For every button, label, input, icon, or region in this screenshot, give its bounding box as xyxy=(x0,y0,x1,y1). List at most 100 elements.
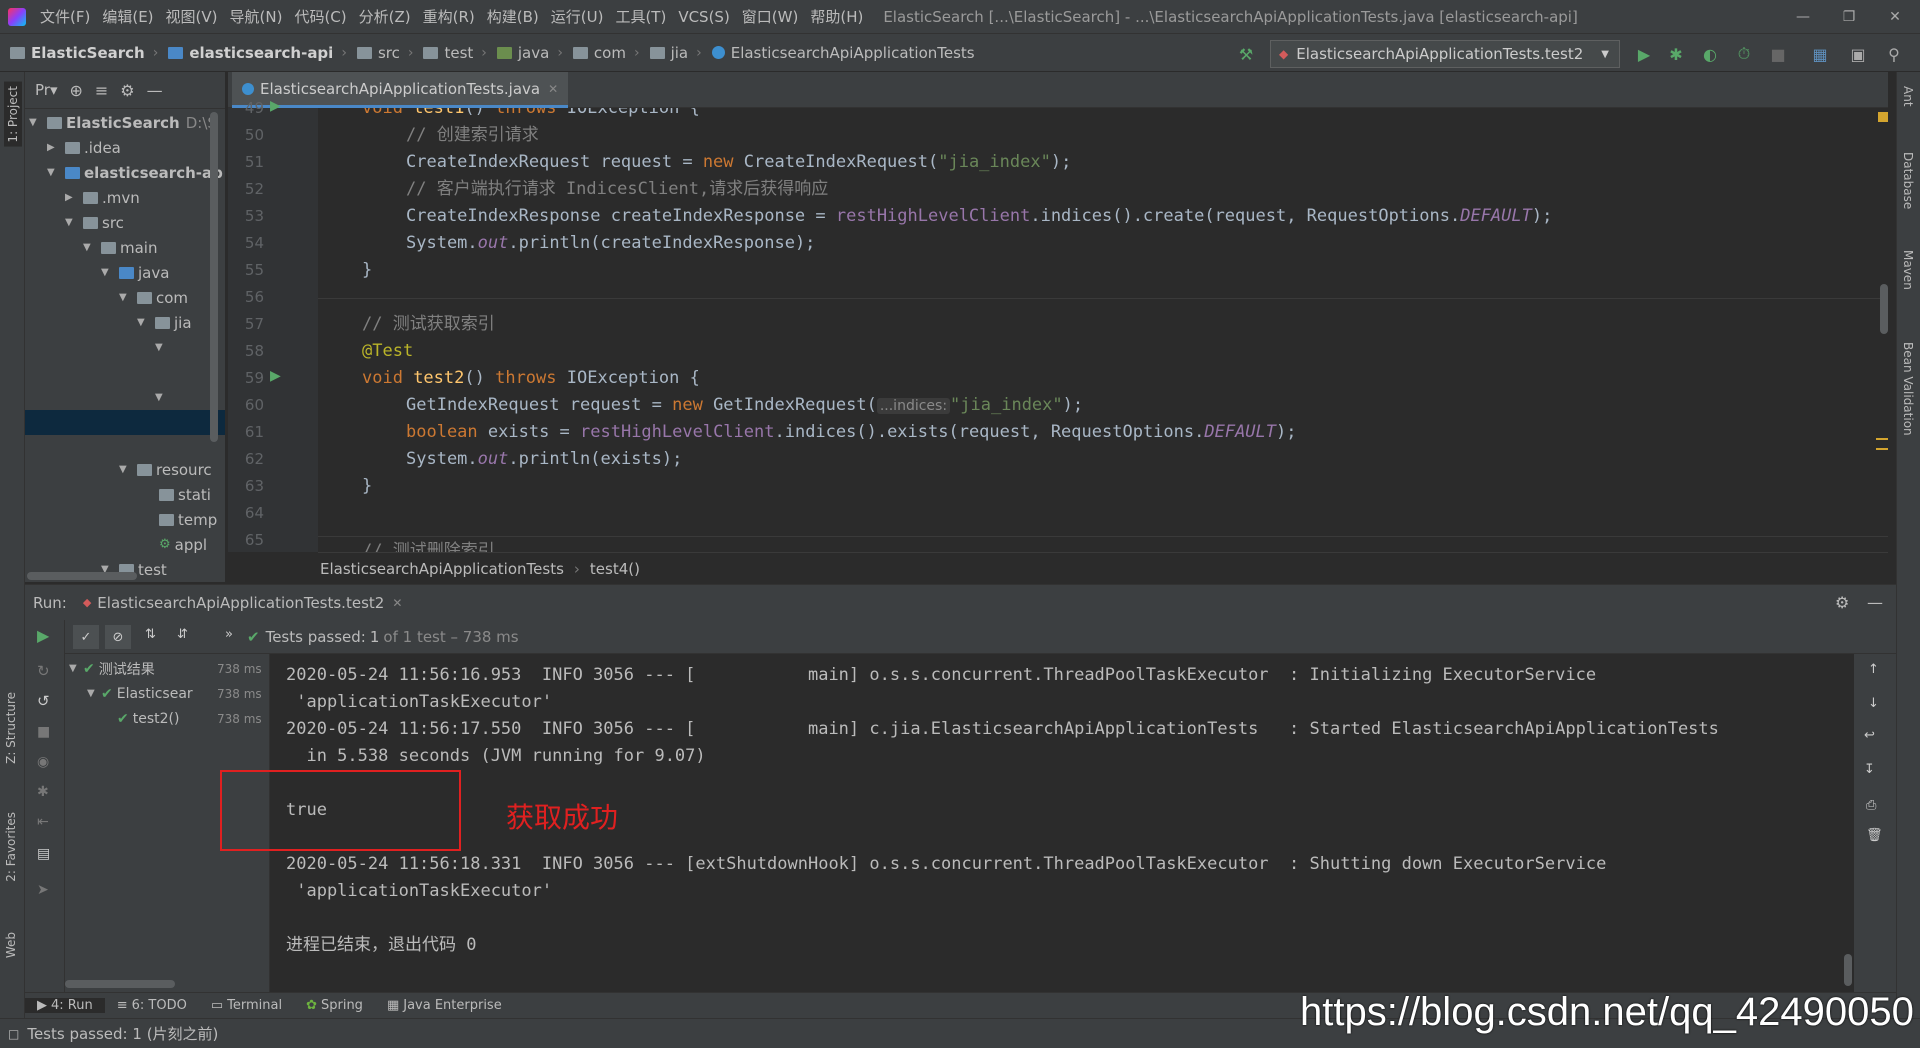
project-structure-icon[interactable]: ▦ xyxy=(1810,44,1830,64)
tab-todo[interactable]: ≡ 6: TODO xyxy=(105,998,199,1013)
status-toggle-icon[interactable]: □ xyxy=(8,1027,19,1041)
run-icon[interactable]: ▶ xyxy=(1634,44,1654,64)
close-tab-icon[interactable]: ✕ xyxy=(392,596,402,610)
menu-refactor[interactable]: 重构(R) xyxy=(417,6,481,27)
hide-icon[interactable]: — xyxy=(147,81,163,100)
crumb-src[interactable]: src › xyxy=(347,44,413,62)
test-root[interactable]: ▼ ✔ 测试结果 738 ms xyxy=(69,656,262,681)
maximize-button[interactable]: ❐ xyxy=(1826,0,1872,34)
run-tab[interactable]: ElasticsearchApiApplicationTests.test2 xyxy=(97,594,384,612)
camera-icon[interactable]: ◉ xyxy=(37,754,49,770)
project-tool-tab[interactable]: 1: Project xyxy=(4,82,22,147)
project-h-scrollbar[interactable] xyxy=(27,572,137,580)
print-icon[interactable]: ⎙ xyxy=(1866,798,1876,813)
menu-run[interactable]: 运行(U) xyxy=(545,6,610,27)
breadcrumb-class[interactable]: ElasticsearchApiApplicationTests xyxy=(320,560,564,578)
tree-item-src[interactable]: ▼ src xyxy=(65,210,124,235)
tree-item-main[interactable]: ▼ main xyxy=(83,235,157,260)
tab-terminal[interactable]: ▭ Terminal xyxy=(199,998,294,1013)
code-editor[interactable]: void test1() throws IOException { // 创建索… xyxy=(318,108,1888,552)
menu-navigate[interactable]: 导航(N) xyxy=(224,6,289,27)
tree-item-application[interactable]: ⚙ appl xyxy=(155,532,207,557)
stop-icon[interactable]: ■ xyxy=(37,724,50,740)
tree-h-scrollbar[interactable] xyxy=(65,980,175,988)
inspection-warning-icon[interactable] xyxy=(1878,112,1888,122)
menu-analyze[interactable]: 分析(Z) xyxy=(353,6,417,27)
minimize-button[interactable]: — xyxy=(1780,0,1826,34)
tree-selected-row[interactable] xyxy=(25,410,225,435)
test-class[interactable]: ▼ ✔ Elasticsear 738 ms xyxy=(87,681,262,706)
search-icon[interactable]: ⚲ xyxy=(1884,44,1904,64)
tree-item-collapsed-2[interactable]: ▼ xyxy=(155,385,169,410)
pin-icon[interactable]: ➤ xyxy=(37,882,49,898)
gear-icon[interactable]: ⚙ xyxy=(1835,593,1849,612)
tree-item-idea[interactable]: ▶ .idea xyxy=(47,135,121,160)
menu-edit[interactable]: 编辑(E) xyxy=(96,6,159,27)
sort-alpha-icon[interactable]: ⇅ xyxy=(145,627,156,642)
layout-icon[interactable]: ▤ xyxy=(37,846,50,862)
web-tool-tab[interactable]: Web xyxy=(4,932,18,958)
tree-item-static[interactable]: stati xyxy=(155,482,211,507)
scroll-to-end-icon[interactable]: ↧ xyxy=(1864,762,1875,777)
show-passed-icon[interactable]: ✓ xyxy=(73,625,99,649)
crumb-java[interactable]: java › xyxy=(487,44,563,62)
structure-tool-tab[interactable]: Z: Structure xyxy=(4,692,18,764)
more-icon[interactable]: » xyxy=(225,627,233,642)
locate-icon[interactable]: ⊕ xyxy=(69,81,82,100)
layout-icon[interactable]: ▣ xyxy=(1848,44,1868,64)
close-button[interactable]: ✕ xyxy=(1872,0,1918,34)
profile-icon[interactable]: ⏱ xyxy=(1734,44,1754,64)
toggle-auto-test-icon[interactable]: ↺ xyxy=(37,692,50,710)
tree-item-module[interactable]: ▼ elasticsearch-ap xyxy=(47,160,223,185)
debug-icon[interactable]: ✱ xyxy=(1666,44,1686,64)
tree-item-templates[interactable]: temp xyxy=(155,507,217,532)
menu-vcs[interactable]: VCS(S) xyxy=(672,8,735,26)
crumb-com[interactable]: com › xyxy=(563,44,640,62)
tree-item-resources[interactable]: ▼ resourc xyxy=(119,457,212,482)
tab-run[interactable]: ▶ 4: Run xyxy=(25,998,105,1013)
crumb-test[interactable]: test › xyxy=(413,44,487,62)
up-arrow-icon[interactable]: ↑ xyxy=(1868,662,1879,677)
tree-item-collapsed-1[interactable]: ▼ xyxy=(155,335,169,360)
crumb-jia[interactable]: jia › xyxy=(640,44,702,62)
tree-item-com[interactable]: ▼ com xyxy=(119,285,188,310)
editor-scrollbar[interactable] xyxy=(1880,284,1888,334)
show-ignored-icon[interactable]: ⊘ xyxy=(105,625,131,649)
tab-java-enterprise[interactable]: ▦ Java Enterprise xyxy=(375,998,514,1013)
bean-validation-tool-tab[interactable]: Bean Validation xyxy=(1901,342,1915,436)
tab-spring[interactable]: ✿ Spring xyxy=(294,998,375,1013)
menu-view[interactable]: 视图(V) xyxy=(160,6,224,27)
sort-duration-icon[interactable]: ⇵ xyxy=(177,627,188,642)
crumb-project[interactable]: ElasticSearch › xyxy=(0,44,158,62)
menu-file[interactable]: 文件(F) xyxy=(34,6,96,27)
menu-help[interactable]: 帮助(H) xyxy=(804,6,869,27)
ant-tool-tab[interactable]: Ant xyxy=(1901,86,1915,107)
soft-wrap-icon[interactable]: ↩ xyxy=(1864,728,1875,743)
project-view-select[interactable]: Pr▾ xyxy=(35,81,57,99)
warning-stripe[interactable] xyxy=(1876,448,1888,450)
breadcrumb-method[interactable]: test4() xyxy=(590,560,640,578)
run-config-select[interactable]: ◆ ElasticsearchApiApplicationTests.test2… xyxy=(1270,40,1620,68)
stop-icon[interactable]: ■ xyxy=(1768,44,1788,64)
debug-icon[interactable]: ✱ xyxy=(37,784,49,800)
run-test-gutter-icon[interactable]: ▶ xyxy=(270,368,281,384)
rerun-icon[interactable]: ▶ xyxy=(37,626,49,645)
favorites-tool-tab[interactable]: 2: Favorites xyxy=(4,812,18,882)
gear-icon[interactable]: ⚙ xyxy=(120,81,134,100)
run-test-gutter-icon[interactable]: ▶ xyxy=(270,98,281,114)
down-arrow-icon[interactable]: ↓ xyxy=(1868,696,1879,711)
project-scrollbar[interactable] xyxy=(210,112,218,442)
editor-tab-active[interactable]: ElasticsearchApiApplicationTests.java ✕ xyxy=(232,72,569,108)
menu-build[interactable]: 构建(B) xyxy=(481,6,545,27)
tree-item-jia[interactable]: ▼ jia xyxy=(137,310,192,335)
maven-tool-tab[interactable]: Maven xyxy=(1901,250,1915,290)
tree-item-elasticsearch[interactable]: ▼ ElasticSearch D:\S xyxy=(29,110,217,135)
close-tab-icon[interactable]: ✕ xyxy=(548,82,558,96)
hide-panel-icon[interactable]: — xyxy=(1867,593,1883,612)
exit-icon[interactable]: ⇤ xyxy=(37,814,49,830)
menu-code[interactable]: 代码(C) xyxy=(288,6,352,27)
tree-item-mvn[interactable]: ▶ .mvn xyxy=(65,185,140,210)
tree-item-java[interactable]: ▼ java xyxy=(101,260,169,285)
test-method[interactable]: ✔ test2() 738 ms xyxy=(117,706,262,731)
database-tool-tab[interactable]: Database xyxy=(1901,152,1915,209)
